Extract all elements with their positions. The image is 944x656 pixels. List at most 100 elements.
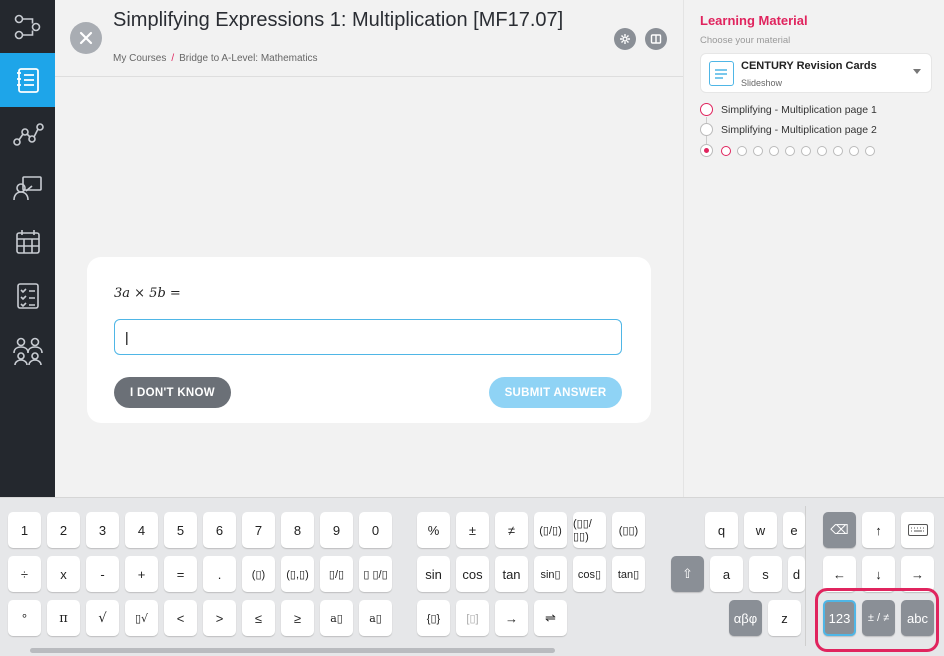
breadcrumb-course[interactable]: Bridge to A-Level: Mathematics (179, 53, 317, 64)
key-left[interactable]: ← (823, 556, 856, 592)
key-brackets[interactable]: [▯] (456, 600, 489, 636)
key-w[interactable]: w (744, 512, 777, 548)
keyboard-scrollbar[interactable] (30, 648, 555, 653)
key-0[interactable]: 0 (359, 512, 392, 548)
sidebar-item-classes[interactable] (0, 161, 55, 215)
learning-material-title: Learning Material (700, 13, 808, 28)
key-arrow[interactable]: → (495, 600, 528, 636)
close-button[interactable] (70, 22, 102, 54)
key-2[interactable]: 2 (47, 512, 80, 548)
breadcrumb: My Courses / Bridge to A-Level: Mathemat… (113, 53, 318, 64)
sidebar-item-pathways[interactable] (0, 0, 55, 54)
key-times[interactable]: x (47, 556, 80, 592)
key-mixed-fraction[interactable]: ▯ ▯/▯ (359, 556, 392, 592)
key-less-equal[interactable]: ≤ (242, 600, 275, 636)
answer-input[interactable] (114, 319, 622, 355)
key-shift[interactable]: ⇧ (671, 556, 704, 592)
key-tan-power[interactable]: tan▯ (612, 556, 645, 592)
key-equals[interactable]: = (164, 556, 197, 592)
key-8[interactable]: 8 (281, 512, 314, 548)
key-d[interactable]: d (788, 556, 805, 592)
key-a[interactable]: a (710, 556, 743, 592)
sidebar-item-groups[interactable] (0, 323, 55, 377)
key-hide-keyboard[interactable] (901, 512, 934, 548)
slide-dot-1[interactable] (721, 145, 731, 156)
slide-dot-9[interactable] (849, 145, 859, 156)
key-down[interactable]: ↓ (862, 556, 895, 592)
slide-dot-4[interactable] (769, 145, 779, 156)
page-title: Simplifying Expressions 1: Multiplicatio… (113, 9, 564, 31)
key-7[interactable]: 7 (242, 512, 275, 548)
key-minus[interactable]: - (86, 556, 119, 592)
key-q[interactable]: q (705, 512, 738, 548)
key-3[interactable]: 3 (86, 512, 119, 548)
key-plus[interactable]: + (125, 556, 158, 592)
breadcrumb-my-courses[interactable]: My Courses (113, 53, 166, 64)
key-coordinate[interactable]: (▯,▯) (281, 556, 314, 592)
slide-dot-10[interactable] (865, 145, 875, 156)
key-power[interactable]: a▯ (320, 600, 353, 636)
key-right[interactable]: → (901, 556, 934, 592)
slide-dot-6[interactable] (801, 145, 811, 156)
key-cos[interactable]: cos (456, 556, 489, 592)
key-matrix[interactable]: (▯▯/▯▯) (573, 512, 606, 548)
key-divide[interactable]: ÷ (8, 556, 41, 592)
slide-dot-7[interactable] (817, 145, 827, 156)
key-9[interactable]: 9 (320, 512, 353, 548)
people-icon (12, 337, 43, 366)
key-cos-power[interactable]: cos▯ (573, 556, 606, 592)
key-backspace[interactable]: ⌫ (823, 512, 856, 548)
key-equilibrium[interactable]: ⇌ (534, 600, 567, 636)
key-5[interactable]: 5 (164, 512, 197, 548)
key-not-equal[interactable]: ≠ (495, 512, 528, 548)
key-binomial[interactable]: (▯/▯) (534, 512, 567, 548)
key-degree[interactable]: ° (8, 600, 41, 636)
slide-dot-2[interactable] (737, 145, 747, 156)
key-up[interactable]: ↑ (862, 512, 895, 548)
graph-icon (12, 123, 44, 146)
i-dont-know-button[interactable]: I DON'T KNOW (114, 377, 231, 408)
notebook-icon (16, 68, 39, 93)
key-less-than[interactable]: < (164, 600, 197, 636)
material-select[interactable]: CENTURY Revision Cards Slideshow (700, 53, 932, 93)
slide-dot-5[interactable] (785, 145, 795, 156)
material-page-2[interactable]: Simplifying - Multiplication page 2 (700, 123, 877, 136)
key-tan[interactable]: tan (495, 556, 528, 592)
material-type: Slideshow (741, 78, 783, 88)
slide-marker-icon (700, 144, 713, 157)
key-s[interactable]: s (749, 556, 782, 592)
key-greek[interactable]: αβφ (729, 600, 762, 636)
question-expression: 3a × 5b = (114, 286, 181, 301)
toggle-panel-button[interactable] (645, 28, 667, 50)
key-subscript[interactable]: a▯ (359, 600, 392, 636)
key-sin-power[interactable]: sin▯ (534, 556, 567, 592)
material-page-1[interactable]: Simplifying - Multiplication page 1 (700, 103, 877, 116)
key-e[interactable]: e (783, 512, 805, 548)
slide-dot-3[interactable] (753, 145, 763, 156)
key-percent[interactable]: % (417, 512, 450, 548)
key-parentheses[interactable]: (▯) (242, 556, 275, 592)
sidebar-item-progress[interactable] (0, 107, 55, 161)
slide-dot-8[interactable] (833, 145, 843, 156)
settings-button[interactable] (614, 28, 636, 50)
key-set-braces[interactable]: {▯} (417, 600, 450, 636)
key-1[interactable]: 1 (8, 512, 41, 548)
key-sin[interactable]: sin (417, 556, 450, 592)
key-z[interactable]: z (768, 600, 801, 636)
key-4[interactable]: 4 (125, 512, 158, 548)
key-greater-equal[interactable]: ≥ (281, 600, 314, 636)
sidebar-item-courses[interactable] (0, 53, 55, 107)
key-sqrt[interactable]: √ (86, 600, 119, 636)
submit-answer-button[interactable]: SUBMIT ANSWER (489, 377, 622, 408)
question-card: 3a × 5b = I DON'T KNOW SUBMIT ANSWER (87, 257, 651, 423)
sidebar-item-assignments[interactable] (0, 269, 55, 323)
key-greater-than[interactable]: > (203, 600, 236, 636)
key-decimal[interactable]: . (203, 556, 236, 592)
key-6[interactable]: 6 (203, 512, 236, 548)
key-pi[interactable]: π (47, 600, 80, 636)
sidebar-item-calendar[interactable] (0, 215, 55, 269)
key-fraction[interactable]: ▯/▯ (320, 556, 353, 592)
key-vector[interactable]: (▯▯) (612, 512, 645, 548)
key-nth-root[interactable]: ▯√ (125, 600, 158, 636)
key-plus-minus[interactable]: ± (456, 512, 489, 548)
